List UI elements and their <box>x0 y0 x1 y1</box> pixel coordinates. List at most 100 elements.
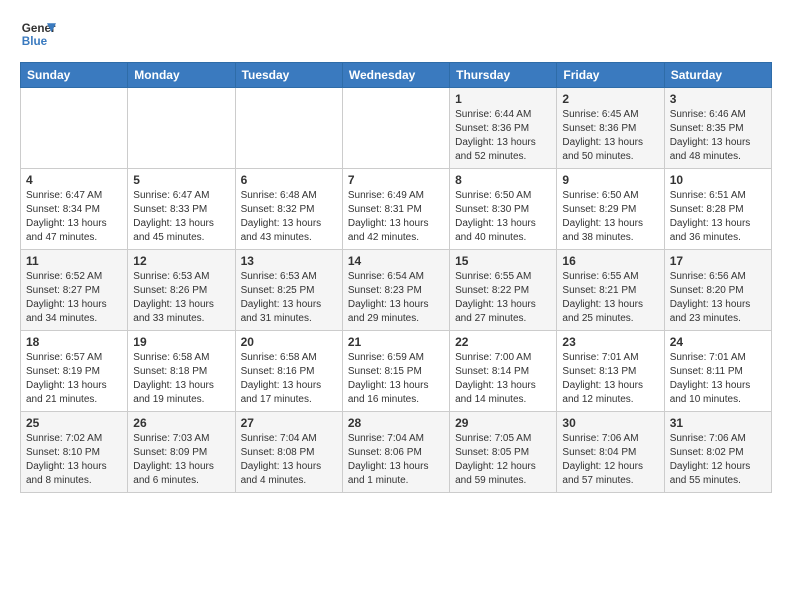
calendar-cell: 27 Sunrise: 7:04 AM Sunset: 8:08 PM Dayli… <box>235 412 342 493</box>
calendar-cell: 19 Sunrise: 6:58 AM Sunset: 8:18 PM Dayli… <box>128 331 235 412</box>
calendar-table: SundayMondayTuesdayWednesdayThursdayFrid… <box>20 62 772 493</box>
weekday-header-sunday: Sunday <box>21 63 128 88</box>
logo-icon: General Blue <box>20 16 56 52</box>
day-info: Sunrise: 6:53 AM Sunset: 8:26 PM Dayligh… <box>133 270 229 326</box>
calendar-cell <box>342 88 449 169</box>
day-info: Sunrise: 6:52 AM Sunset: 8:27 PM Dayligh… <box>26 270 122 326</box>
calendar-cell: 21 Sunrise: 6:59 AM Sunset: 8:15 PM Dayli… <box>342 331 449 412</box>
weekday-header-saturday: Saturday <box>664 63 771 88</box>
calendar-cell: 15 Sunrise: 6:55 AM Sunset: 8:22 PM Dayli… <box>450 250 557 331</box>
calendar-cell: 23 Sunrise: 7:01 AM Sunset: 8:13 PM Dayli… <box>557 331 664 412</box>
day-number: 22 <box>455 335 551 349</box>
day-info: Sunrise: 7:01 AM Sunset: 8:13 PM Dayligh… <box>562 351 658 407</box>
day-info: Sunrise: 7:04 AM Sunset: 8:08 PM Dayligh… <box>241 432 337 488</box>
calendar-week-5: 25 Sunrise: 7:02 AM Sunset: 8:10 PM Dayli… <box>21 412 772 493</box>
calendar-cell: 29Sunrise: 7:05 AM Sunset: 8:05 PM Dayli… <box>450 412 557 493</box>
calendar-cell: 10 Sunrise: 6:51 AM Sunset: 8:28 PM Dayli… <box>664 169 771 250</box>
day-info: Sunrise: 6:45 AM Sunset: 8:36 PM Dayligh… <box>562 108 658 164</box>
day-number: 3 <box>670 92 766 106</box>
day-info: Sunrise: 7:03 AM Sunset: 8:09 PM Dayligh… <box>133 432 229 488</box>
day-number: 15 <box>455 254 551 268</box>
weekday-header-monday: Monday <box>128 63 235 88</box>
day-number: 29 <box>455 416 551 430</box>
day-info: Sunrise: 7:02 AM Sunset: 8:10 PM Dayligh… <box>26 432 122 488</box>
calendar-cell: 24Sunrise: 7:01 AM Sunset: 8:11 PM Dayli… <box>664 331 771 412</box>
day-info: Sunrise: 6:56 AM Sunset: 8:20 PM Dayligh… <box>670 270 766 326</box>
calendar-week-3: 11 Sunrise: 6:52 AM Sunset: 8:27 PM Dayli… <box>21 250 772 331</box>
calendar-cell: 17 Sunrise: 6:56 AM Sunset: 8:20 PM Dayli… <box>664 250 771 331</box>
calendar-cell: 20 Sunrise: 6:58 AM Sunset: 8:16 PM Dayli… <box>235 331 342 412</box>
day-info: Sunrise: 6:48 AM Sunset: 8:32 PM Dayligh… <box>241 189 337 245</box>
day-info: Sunrise: 7:06 AM Sunset: 8:02 PM Dayligh… <box>670 432 766 488</box>
calendar-cell: 6 Sunrise: 6:48 AM Sunset: 8:32 PM Daylig… <box>235 169 342 250</box>
day-number: 4 <box>26 173 122 187</box>
calendar-cell <box>235 88 342 169</box>
day-number: 13 <box>241 254 337 268</box>
calendar-week-2: 4 Sunrise: 6:47 AM Sunset: 8:34 PM Daylig… <box>21 169 772 250</box>
calendar-cell: 11 Sunrise: 6:52 AM Sunset: 8:27 PM Dayli… <box>21 250 128 331</box>
calendar-cell: 9Sunrise: 6:50 AM Sunset: 8:29 PM Daylig… <box>557 169 664 250</box>
day-info: Sunrise: 6:44 AM Sunset: 8:36 PM Dayligh… <box>455 108 551 164</box>
day-info: Sunrise: 6:50 AM Sunset: 8:30 PM Dayligh… <box>455 189 551 245</box>
calendar-cell: 31Sunrise: 7:06 AM Sunset: 8:02 PM Dayli… <box>664 412 771 493</box>
day-info: Sunrise: 6:59 AM Sunset: 8:15 PM Dayligh… <box>348 351 444 407</box>
day-number: 21 <box>348 335 444 349</box>
day-number: 1 <box>455 92 551 106</box>
header: General Blue <box>20 16 772 52</box>
calendar-week-4: 18 Sunrise: 6:57 AM Sunset: 8:19 PM Dayli… <box>21 331 772 412</box>
day-number: 30 <box>562 416 658 430</box>
day-number: 6 <box>241 173 337 187</box>
day-info: Sunrise: 6:58 AM Sunset: 8:18 PM Dayligh… <box>133 351 229 407</box>
calendar-cell <box>21 88 128 169</box>
svg-text:Blue: Blue <box>22 35 48 48</box>
weekday-header-tuesday: Tuesday <box>235 63 342 88</box>
day-info: Sunrise: 6:53 AM Sunset: 8:25 PM Dayligh… <box>241 270 337 326</box>
calendar-week-1: 1 Sunrise: 6:44 AM Sunset: 8:36 PM Daylig… <box>21 88 772 169</box>
calendar-cell: 14Sunrise: 6:54 AM Sunset: 8:23 PM Dayli… <box>342 250 449 331</box>
calendar-cell: 28 Sunrise: 7:04 AM Sunset: 8:06 PM Dayli… <box>342 412 449 493</box>
day-number: 28 <box>348 416 444 430</box>
calendar-cell: 12 Sunrise: 6:53 AM Sunset: 8:26 PM Dayli… <box>128 250 235 331</box>
day-info: Sunrise: 7:00 AM Sunset: 8:14 PM Dayligh… <box>455 351 551 407</box>
calendar-cell: 18 Sunrise: 6:57 AM Sunset: 8:19 PM Dayli… <box>21 331 128 412</box>
day-number: 16 <box>562 254 658 268</box>
weekday-header-row: SundayMondayTuesdayWednesdayThursdayFrid… <box>21 63 772 88</box>
day-number: 23 <box>562 335 658 349</box>
day-info: Sunrise: 7:06 AM Sunset: 8:04 PM Dayligh… <box>562 432 658 488</box>
day-info: Sunrise: 6:49 AM Sunset: 8:31 PM Dayligh… <box>348 189 444 245</box>
day-number: 20 <box>241 335 337 349</box>
calendar-cell: 5Sunrise: 6:47 AM Sunset: 8:33 PM Daylig… <box>128 169 235 250</box>
weekday-header-friday: Friday <box>557 63 664 88</box>
calendar-cell: 22 Sunrise: 7:00 AM Sunset: 8:14 PM Dayli… <box>450 331 557 412</box>
day-number: 27 <box>241 416 337 430</box>
day-number: 9 <box>562 173 658 187</box>
day-number: 11 <box>26 254 122 268</box>
day-number: 19 <box>133 335 229 349</box>
day-number: 7 <box>348 173 444 187</box>
day-info: Sunrise: 6:58 AM Sunset: 8:16 PM Dayligh… <box>241 351 337 407</box>
calendar-cell: 7 Sunrise: 6:49 AM Sunset: 8:31 PM Daylig… <box>342 169 449 250</box>
day-info: Sunrise: 6:47 AM Sunset: 8:33 PM Dayligh… <box>133 189 229 245</box>
calendar-cell: 4 Sunrise: 6:47 AM Sunset: 8:34 PM Daylig… <box>21 169 128 250</box>
day-info: Sunrise: 6:55 AM Sunset: 8:21 PM Dayligh… <box>562 270 658 326</box>
day-number: 2 <box>562 92 658 106</box>
day-info: Sunrise: 6:54 AM Sunset: 8:23 PM Dayligh… <box>348 270 444 326</box>
day-info: Sunrise: 6:55 AM Sunset: 8:22 PM Dayligh… <box>455 270 551 326</box>
day-number: 10 <box>670 173 766 187</box>
day-info: Sunrise: 6:57 AM Sunset: 8:19 PM Dayligh… <box>26 351 122 407</box>
day-number: 25 <box>26 416 122 430</box>
day-number: 12 <box>133 254 229 268</box>
weekday-header-wednesday: Wednesday <box>342 63 449 88</box>
day-info: Sunrise: 6:47 AM Sunset: 8:34 PM Dayligh… <box>26 189 122 245</box>
day-info: Sunrise: 7:04 AM Sunset: 8:06 PM Dayligh… <box>348 432 444 488</box>
day-info: Sunrise: 6:51 AM Sunset: 8:28 PM Dayligh… <box>670 189 766 245</box>
logo: General Blue <box>20 16 56 52</box>
calendar-cell: 16 Sunrise: 6:55 AM Sunset: 8:21 PM Dayli… <box>557 250 664 331</box>
weekday-header-thursday: Thursday <box>450 63 557 88</box>
calendar-cell <box>128 88 235 169</box>
calendar-cell: 13 Sunrise: 6:53 AM Sunset: 8:25 PM Dayli… <box>235 250 342 331</box>
day-number: 17 <box>670 254 766 268</box>
day-info: Sunrise: 6:46 AM Sunset: 8:35 PM Dayligh… <box>670 108 766 164</box>
day-info: Sunrise: 7:01 AM Sunset: 8:11 PM Dayligh… <box>670 351 766 407</box>
day-number: 18 <box>26 335 122 349</box>
